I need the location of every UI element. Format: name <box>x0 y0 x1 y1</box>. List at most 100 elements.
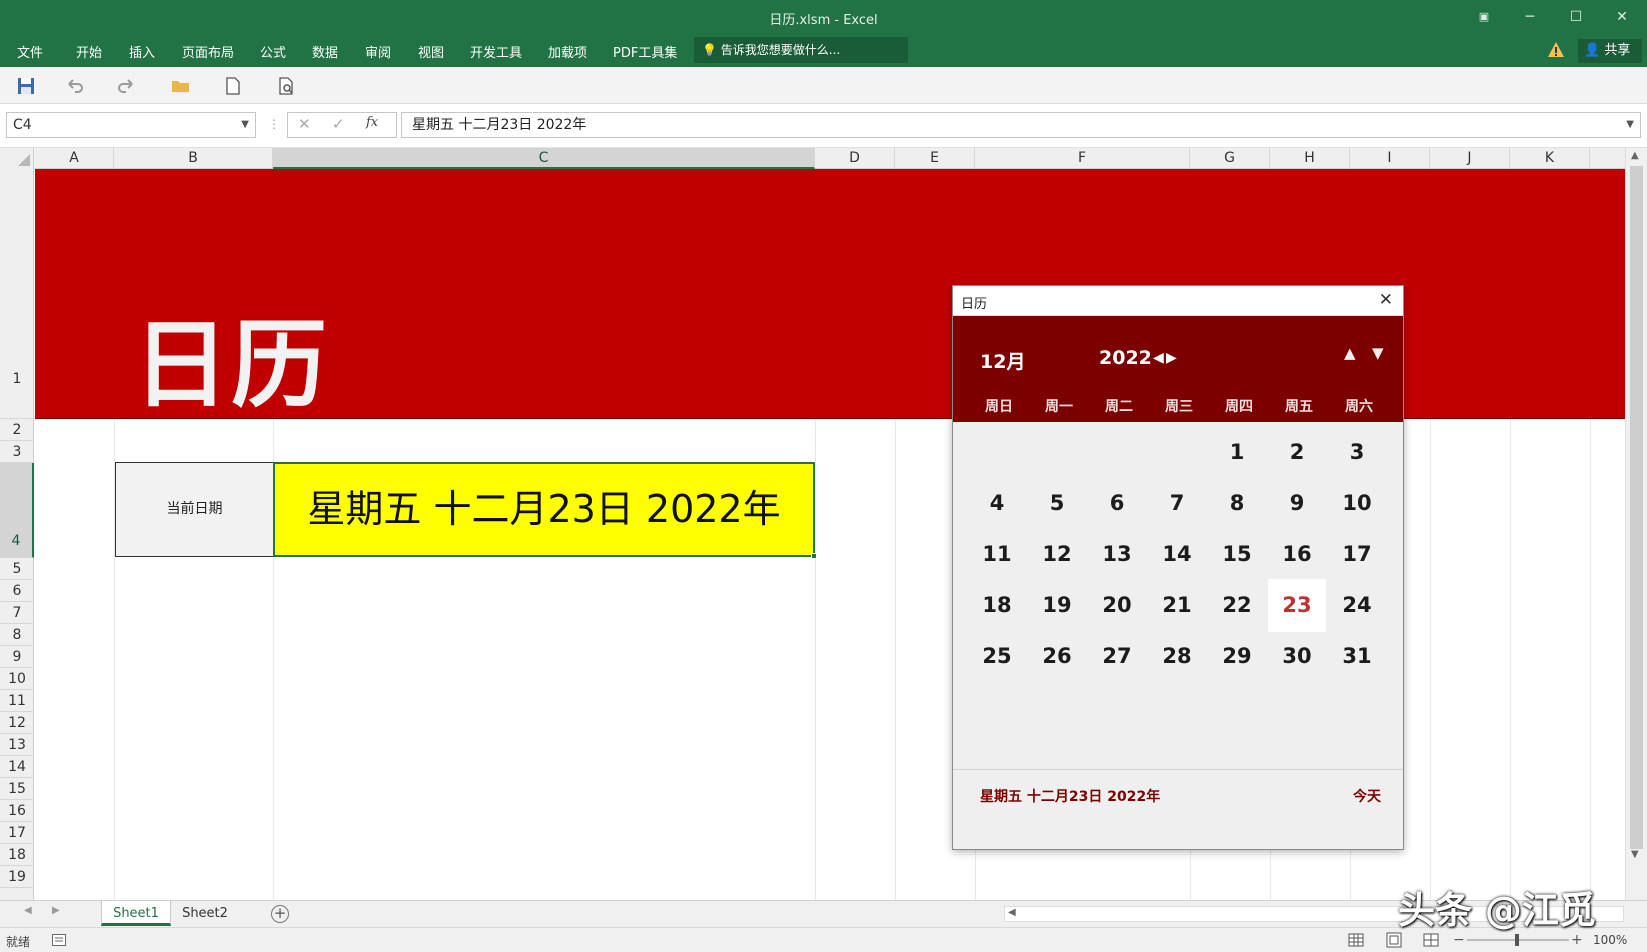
calendar-day[interactable]: 6 <box>1088 477 1146 530</box>
share-button[interactable]: 👤 共享 <box>1578 39 1642 63</box>
expand-formula-icon[interactable]: ▼ <box>1626 113 1634 137</box>
prev-month-icon[interactable]: ▲ <box>1344 344 1356 362</box>
row-header-selected[interactable]: 4 <box>0 463 34 558</box>
vertical-scrollbar[interactable]: ▲ ▼ <box>1625 148 1647 900</box>
undo-icon[interactable] <box>64 75 86 97</box>
calendar-day[interactable]: 4 <box>968 477 1026 530</box>
row-header[interactable]: 10 <box>0 668 34 690</box>
column-header-g[interactable]: G <box>1190 148 1270 169</box>
calendar-day[interactable]: 27 <box>1088 630 1146 683</box>
next-month-icon[interactable]: ▼ <box>1372 344 1384 362</box>
row-header[interactable]: 19 <box>0 866 34 888</box>
calendar-day[interactable]: 7 <box>1148 477 1206 530</box>
calendar-day[interactable]: 16 <box>1268 528 1326 581</box>
calendar-day[interactable]: 17 <box>1328 528 1386 581</box>
calendar-day[interactable]: 14 <box>1148 528 1206 581</box>
row-header[interactable]: 8 <box>0 624 34 646</box>
fill-handle[interactable] <box>811 553 817 559</box>
scroll-up-icon[interactable]: ▲ <box>1631 150 1639 161</box>
today-button[interactable]: 今天 <box>1353 786 1381 806</box>
row-header[interactable]: 18 <box>0 844 34 866</box>
select-all-button[interactable] <box>0 148 34 169</box>
maximize-icon[interactable]: ☐ <box>1556 6 1596 28</box>
row-header[interactable]: 13 <box>0 734 34 756</box>
tab-developer[interactable]: 开发工具 <box>470 42 522 61</box>
current-date-label-cell[interactable]: 当前日期 <box>115 462 274 557</box>
calendar-day[interactable]: 2 <box>1268 426 1326 479</box>
name-box[interactable]: C4 ▼ <box>6 112 256 138</box>
macro-record-icon[interactable] <box>52 934 66 946</box>
zoom-level[interactable]: 100% <box>1593 933 1627 947</box>
calendar-day[interactable]: 18 <box>968 579 1026 632</box>
print-preview-icon[interactable] <box>276 75 298 97</box>
calendar-day[interactable]: 19 <box>1028 579 1086 632</box>
calendar-day[interactable]: 15 <box>1208 528 1266 581</box>
minimize-icon[interactable]: ─ <box>1510 6 1550 28</box>
calendar-day[interactable]: 11 <box>968 528 1026 581</box>
add-sheet-icon[interactable]: + <box>271 905 289 923</box>
row-header[interactable]: 14 <box>0 756 34 778</box>
insert-function-icon[interactable]: fx <box>366 115 378 130</box>
row-header[interactable]: 5 <box>0 558 34 580</box>
row-header[interactable]: 11 <box>0 690 34 712</box>
zoom-slider[interactable]: − + <box>1453 932 1583 948</box>
tab-insert[interactable]: 插入 <box>129 42 155 61</box>
chevron-down-icon[interactable]: ▼ <box>241 113 249 137</box>
tab-data[interactable]: 数据 <box>312 42 338 61</box>
warning-icon[interactable] <box>1547 41 1565 59</box>
tab-home[interactable]: 开始 <box>76 42 102 61</box>
calendar-day[interactable]: 12 <box>1028 528 1086 581</box>
calendar-day[interactable]: 30 <box>1268 630 1326 683</box>
calendar-day[interactable]: 26 <box>1028 630 1086 683</box>
scroll-left-icon[interactable]: ◀ <box>1008 907 1016 918</box>
column-header-a[interactable]: A <box>35 148 114 169</box>
enter-icon[interactable]: ✓ <box>332 115 345 133</box>
calendar-day[interactable]: 20 <box>1088 579 1146 632</box>
next-year-icon[interactable]: ▶ <box>1166 350 1177 366</box>
row-header[interactable]: 15 <box>0 778 34 800</box>
calendar-day-today[interactable]: 23 <box>1268 579 1326 632</box>
calendar-day[interactable]: 25 <box>968 630 1026 683</box>
sheet-tab-sheet1[interactable]: Sheet1 <box>101 901 171 926</box>
save-icon[interactable] <box>15 75 37 97</box>
row-header[interactable]: 9 <box>0 646 34 668</box>
calendar-day[interactable]: 3 <box>1328 426 1386 479</box>
calendar-day[interactable]: 1 <box>1208 426 1266 479</box>
column-header-b[interactable]: B <box>114 148 273 169</box>
row-header[interactable]: 3 <box>0 441 34 463</box>
redo-icon[interactable] <box>115 75 137 97</box>
close-icon[interactable]: ✕ <box>1379 290 1393 310</box>
prev-sheet-icon[interactable]: ◀ <box>24 905 32 916</box>
row-header[interactable]: 17 <box>0 822 34 844</box>
normal-view-icon[interactable] <box>1348 932 1364 948</box>
tab-page-layout[interactable]: 页面布局 <box>182 42 234 61</box>
row-header[interactable]: 6 <box>0 580 34 602</box>
formula-input[interactable]: 星期五 十二月23日 2022年 ▼ <box>401 112 1641 138</box>
tell-me-box[interactable]: 💡 告诉我您想要做什么... <box>694 37 908 63</box>
column-header-e[interactable]: E <box>895 148 975 169</box>
calendar-day[interactable]: 28 <box>1148 630 1206 683</box>
tab-formulas[interactable]: 公式 <box>260 42 286 61</box>
scroll-thumb[interactable] <box>1630 166 1643 849</box>
calendar-day[interactable]: 31 <box>1328 630 1386 683</box>
column-header-h[interactable]: H <box>1270 148 1350 169</box>
sheet-tab-sheet2[interactable]: Sheet2 <box>173 901 237 926</box>
row-header[interactable]: 16 <box>0 800 34 822</box>
calendar-day[interactable]: 21 <box>1148 579 1206 632</box>
open-folder-icon[interactable] <box>170 75 192 97</box>
column-header-i[interactable]: I <box>1350 148 1430 169</box>
column-header-d[interactable]: D <box>815 148 895 169</box>
next-sheet-icon[interactable]: ▶ <box>52 905 60 916</box>
row-header[interactable]: 1 <box>0 169 34 419</box>
ribbon-display-icon[interactable]: ▣ <box>1464 6 1504 28</box>
tab-file[interactable]: 文件 <box>17 42 43 61</box>
tab-review[interactable]: 审阅 <box>365 42 391 61</box>
tab-addins[interactable]: 加载项 <box>548 42 587 61</box>
close-window-icon[interactable]: ✕ <box>1602 6 1642 28</box>
column-header-k[interactable]: K <box>1510 148 1590 169</box>
row-header[interactable]: 12 <box>0 712 34 734</box>
column-header-f[interactable]: F <box>975 148 1190 169</box>
column-header-c[interactable]: C <box>273 148 815 169</box>
calendar-day[interactable]: 29 <box>1208 630 1266 683</box>
new-file-icon[interactable] <box>222 75 244 97</box>
